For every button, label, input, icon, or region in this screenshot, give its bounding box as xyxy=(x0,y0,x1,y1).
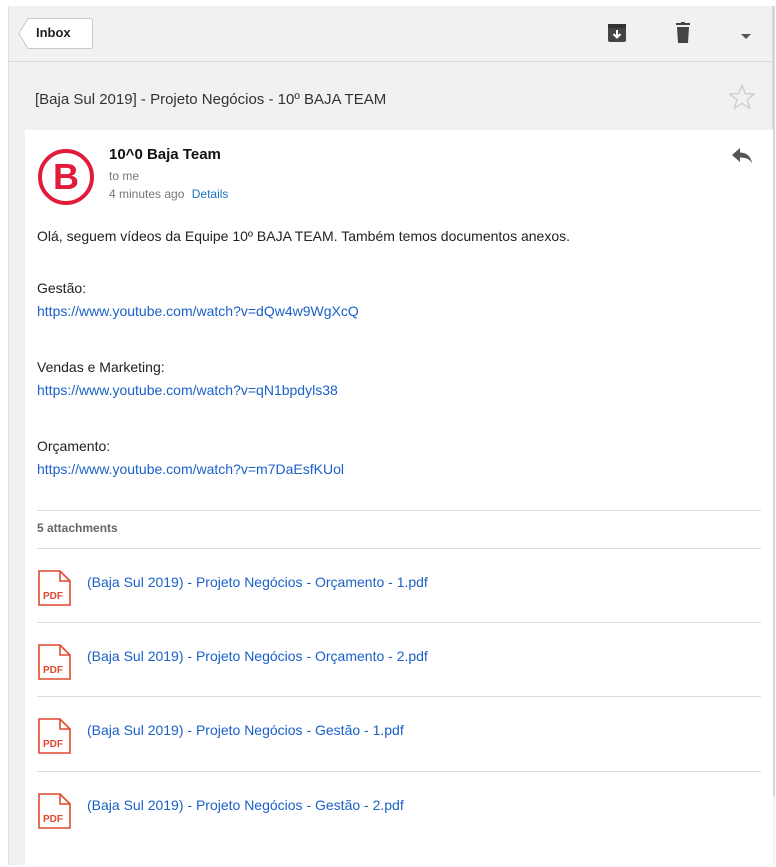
svg-text:PDF: PDF xyxy=(43,591,63,602)
pdf-file-icon: PDF xyxy=(38,570,71,606)
svg-text:PDF: PDF xyxy=(43,665,63,676)
recipient-line: to me xyxy=(109,169,140,183)
attachment-divider xyxy=(37,622,761,623)
attachment-name[interactable]: (Baja Sul 2019) - Projeto Negócios - Orç… xyxy=(87,574,428,590)
timestamp-line: 4 minutes ago Details xyxy=(109,187,228,201)
archive-icon[interactable] xyxy=(607,22,627,44)
attachment-name[interactable]: (Baja Sul 2019) - Projeto Negócios - Ges… xyxy=(87,797,404,813)
toolbar-divider xyxy=(9,61,775,62)
email-subject: [Baja Sul 2019] - Projeto Negócios - 10º… xyxy=(35,91,387,108)
sender-name: 10^0 Baja Team xyxy=(109,146,221,163)
svg-text:PDF: PDF xyxy=(43,739,63,750)
video-link-orcamento[interactable]: https://www.youtube.com/watch?v=m7DaEsfK… xyxy=(37,461,344,477)
section-label-gestao: Gestão: xyxy=(37,280,87,296)
avatar-letter: B xyxy=(53,156,79,197)
attachment-divider xyxy=(37,771,761,772)
pdf-file-icon: PDF xyxy=(38,718,71,754)
toolbar: Inbox xyxy=(9,6,775,61)
video-link-vendas[interactable]: https://www.youtube.com/watch?v=qN1bpdyl… xyxy=(37,382,338,398)
attachments-divider xyxy=(37,510,761,511)
attachment-item[interactable]: PDF (Baja Sul 2019) - Projeto Negócios -… xyxy=(37,644,761,718)
back-button-label: Inbox xyxy=(36,25,71,40)
attachment-item[interactable]: PDF (Baja Sul 2019) - Projeto Negócios -… xyxy=(37,718,761,792)
attachment-divider xyxy=(37,696,761,697)
reply-icon[interactable] xyxy=(730,146,754,171)
star-icon[interactable] xyxy=(727,82,757,117)
attachment-name[interactable]: (Baja Sul 2019) - Projeto Negócios - Ges… xyxy=(87,722,404,738)
attachments-header-divider xyxy=(37,548,761,549)
attachment-item[interactable]: PDF (Baja Sul 2019) - Projeto Negócios -… xyxy=(37,570,761,644)
timestamp: 4 minutes ago xyxy=(109,187,185,201)
attachments-count: 5 attachments xyxy=(37,521,118,535)
attachment-item[interactable]: PDF (Baja Sul 2019) - Projeto Negócios -… xyxy=(37,793,761,867)
section-label-orcamento: Orçamento: xyxy=(37,438,111,454)
video-link-gestao[interactable]: https://www.youtube.com/watch?v=dQw4w9Wg… xyxy=(37,303,359,319)
pdf-file-icon: PDF xyxy=(38,793,71,829)
intro-text: Olá, seguem vídeos da Equipe 10º BAJA TE… xyxy=(37,228,570,244)
details-link[interactable]: Details xyxy=(192,187,229,201)
attachment-name[interactable]: (Baja Sul 2019) - Projeto Negócios - Orç… xyxy=(87,648,428,664)
svg-text:PDF: PDF xyxy=(43,814,63,825)
trash-icon[interactable] xyxy=(673,22,693,44)
message-card: B 10^0 Baja Team to me 4 minutes ago Det… xyxy=(25,130,773,865)
back-to-inbox-button[interactable]: Inbox xyxy=(18,18,93,49)
sender-avatar: B xyxy=(37,148,95,211)
more-dropdown-icon[interactable] xyxy=(739,28,759,50)
section-label-vendas: Vendas e Marketing: xyxy=(37,359,165,375)
pdf-file-icon: PDF xyxy=(38,644,71,680)
email-view: Inbox [Baja Sul 2019] - Projeto Negócios… xyxy=(8,6,775,865)
